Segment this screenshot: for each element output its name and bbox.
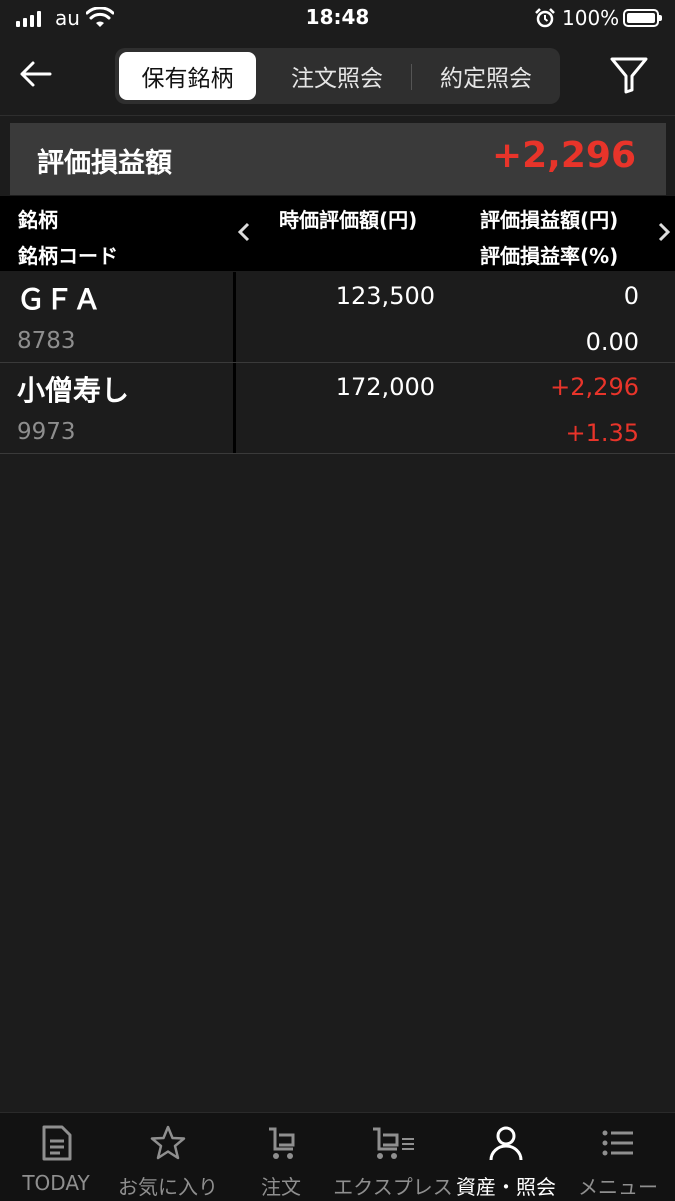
filter-icon[interactable] <box>608 54 650 96</box>
column-divider <box>233 363 236 453</box>
menu-list-icon <box>602 1130 633 1156</box>
stock-code: 9973 <box>17 419 76 445</box>
cart-icon <box>269 1127 295 1159</box>
tab-execution-inquiry[interactable]: 約定照会 <box>412 52 560 100</box>
pl-rate: 0.00 <box>585 328 639 356</box>
tab-favorites[interactable]: お気に入り <box>112 1113 224 1201</box>
back-arrow-icon[interactable] <box>16 54 56 94</box>
tab-order[interactable]: 注文 <box>225 1113 337 1201</box>
battery-percent: 100% <box>562 6 620 30</box>
stock-name: ＧＦＡ <box>17 283 102 316</box>
chevron-right-icon[interactable] <box>656 220 672 244</box>
news-icon <box>42 1125 72 1161</box>
pl-amount: +2,296 <box>550 373 639 401</box>
header-pl-rate: 評価損益率(%) <box>480 244 619 268</box>
pl-rate: +1.35 <box>565 419 639 447</box>
person-icon <box>489 1126 523 1161</box>
summary-label: 評価損益額 <box>37 148 172 179</box>
tab-express[interactable]: エクスプレス <box>333 1113 453 1201</box>
column-divider <box>233 272 236 362</box>
header-code: 銘柄コード <box>18 244 118 268</box>
tab-today[interactable]: TODAY <box>0 1113 112 1201</box>
battery-icon <box>623 9 662 27</box>
pl-amount: 0 <box>623 282 639 310</box>
total-pl-summary: 評価損益額 +2,296 <box>10 123 666 195</box>
header-pl-amount: 評価損益額(円) <box>480 208 619 232</box>
market-value: 123,500 <box>335 282 435 310</box>
tab-label: メニュー <box>578 1175 658 1199</box>
stock-name: 小僧寿し <box>17 374 130 407</box>
market-value: 172,000 <box>335 373 435 401</box>
table-row[interactable]: ＧＦＡ 8783 123,500 0 0.00 <box>0 272 675 363</box>
tab-order-inquiry[interactable]: 注文照会 <box>263 52 411 100</box>
status-bar: au 18:48 100% <box>0 0 675 40</box>
header-name: 銘柄 <box>18 208 58 232</box>
summary-value: +2,296 <box>491 135 636 176</box>
header-market-value: 時価評価額(円) <box>279 208 418 232</box>
tab-holdings[interactable]: 保有銘柄 <box>119 52 256 100</box>
express-cart-icon <box>373 1127 414 1159</box>
table-row[interactable]: 小僧寿し 9973 172,000 +2,296 +1.35 <box>0 363 675 454</box>
table-header: 銘柄 銘柄コード 時価評価額(円) 評価損益額(円) 評価損益率(%) <box>0 196 675 271</box>
view-segmented-control: 保有銘柄 注文照会 約定照会 <box>115 48 560 104</box>
nav-bar: 保有銘柄 注文照会 約定照会 <box>0 40 675 116</box>
stock-code: 8783 <box>17 328 76 354</box>
chevron-left-icon[interactable] <box>236 220 252 244</box>
tab-assets-inquiry[interactable]: 資産・照会 <box>450 1113 562 1201</box>
alarm-icon <box>535 8 555 28</box>
bottom-tab-bar: TODAY お気に入り 注文 エクスプレス 資産・照会 メニュー <box>0 1112 675 1201</box>
tab-menu[interactable]: メニュー <box>562 1113 674 1201</box>
star-icon <box>150 1125 186 1160</box>
